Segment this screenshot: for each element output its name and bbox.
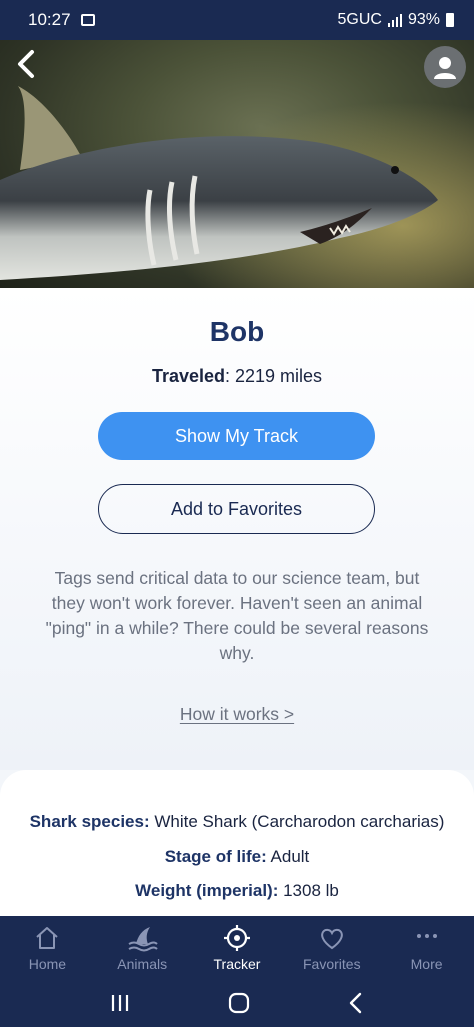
stage-value: Adult: [266, 847, 310, 866]
home-nav-icon[interactable]: [227, 991, 251, 1015]
bottom-tab-bar: Home Animals Tracker Favorites More: [0, 916, 474, 978]
signal-icon: [387, 13, 402, 27]
system-nav-bar: [0, 978, 474, 1027]
species-row: Shark species: White Shark (Carcharodon …: [0, 812, 474, 832]
details-card: Shark species: White Shark (Carcharodon …: [0, 770, 474, 916]
tab-favorites-label: Favorites: [303, 956, 361, 972]
status-time: 10:27: [28, 10, 71, 29]
shark-photo: [0, 40, 474, 288]
tab-home[interactable]: Home: [0, 916, 95, 978]
weight-row: Weight (imperial): 1308 lb: [0, 881, 474, 901]
tab-tracker-label: Tracker: [213, 956, 261, 972]
recent-apps-icon[interactable]: [108, 993, 132, 1013]
weight-value: 1308 lb: [278, 881, 339, 900]
add-favorites-button[interactable]: Add to Favorites: [98, 484, 375, 534]
species-value: White Shark (Carcharodon carcharias): [149, 812, 445, 831]
status-left: 10:27: [28, 10, 95, 30]
network-label: 5GUC: [337, 11, 382, 28]
traveled-label: Traveled: [151, 366, 225, 386]
traveled-distance: Traveled: 2219 miles: [0, 366, 474, 387]
home-icon: [36, 927, 59, 949]
status-bar: 10:27 5GUC 93%: [0, 0, 474, 40]
tracker-icon: [223, 925, 250, 951]
tab-home-label: Home: [28, 956, 67, 972]
tab-animals-label: Animals: [117, 956, 168, 972]
stage-row: Stage of life: Adult: [0, 847, 474, 867]
tag-info-text: Tags send critical data to our science t…: [45, 568, 429, 663]
tab-animals[interactable]: Animals: [95, 916, 190, 978]
tab-more[interactable]: More: [379, 916, 474, 978]
shark-fin-icon: [128, 927, 158, 952]
back-button[interactable]: [10, 44, 42, 84]
status-right: 5GUC 93%: [338, 11, 454, 29]
screen: 10:27 5GUC 93% Bob Traveled: 2219 miles …: [0, 0, 474, 1027]
user-icon: [434, 57, 456, 79]
animal-info-section: Bob Traveled: 2219 miles Show My Track A…: [0, 288, 474, 770]
weight-label: Weight (imperial):: [135, 881, 279, 900]
show-track-button[interactable]: Show My Track: [98, 412, 375, 460]
tab-favorites[interactable]: Favorites: [284, 916, 379, 978]
screen-record-icon: [80, 14, 95, 26]
shark-illustration: [0, 40, 474, 288]
species-label: Shark species:: [29, 812, 150, 831]
profile-avatar-button[interactable]: [424, 46, 466, 88]
battery-icon: [446, 13, 454, 27]
tab-more-label: More: [410, 956, 443, 972]
chevron-left-icon: [18, 50, 34, 78]
how-it-works-link[interactable]: How it works >: [0, 704, 474, 725]
back-nav-icon[interactable]: [346, 991, 366, 1015]
animal-name: Bob: [209, 316, 265, 347]
stage-label: Stage of life:: [164, 847, 267, 866]
heart-icon: [320, 928, 343, 950]
more-icon: [416, 934, 437, 938]
battery-percent: 93%: [407, 11, 440, 28]
traveled-value: : 2219 miles: [224, 366, 323, 386]
tab-tracker[interactable]: Tracker: [190, 916, 285, 978]
